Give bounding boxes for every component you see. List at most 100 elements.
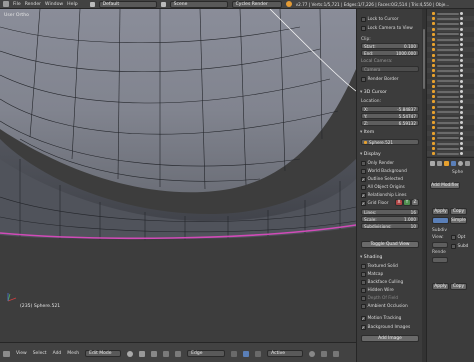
add-modifier-button[interactable]: Add Modifier xyxy=(430,182,460,189)
visibility-eye-icon[interactable] xyxy=(460,131,463,135)
axis-z-toggle[interactable]: Z xyxy=(411,199,419,206)
visibility-eye-icon[interactable] xyxy=(460,116,463,119)
clip-end-field[interactable]: End: 1000.000 xyxy=(361,50,419,56)
visibility-eye-icon[interactable] xyxy=(460,110,463,114)
world-background-checkbox[interactable]: World Background xyxy=(361,169,407,174)
depth-of-field-checkbox[interactable]: Depth Of Field xyxy=(361,296,398,301)
visibility-eye-icon[interactable] xyxy=(460,27,463,31)
matcap-checkbox[interactable]: Matcap xyxy=(361,272,383,277)
shading-icon[interactable] xyxy=(127,350,134,357)
grid-lines-field[interactable]: Lines: 16 xyxy=(361,209,419,215)
ambient-occlusion-checkbox[interactable]: Ambient Occlusion xyxy=(361,304,408,309)
render-tab-icon[interactable] xyxy=(430,161,435,166)
editor-type-icon[interactable] xyxy=(3,350,10,357)
menu-mesh[interactable]: Mesh xyxy=(67,351,79,356)
grid-floor-checkbox[interactable]: ✓ Grid Floor xyxy=(361,201,389,206)
menu-view[interactable]: View xyxy=(16,351,27,356)
backface-culling-checkbox[interactable]: Backface Culling xyxy=(361,280,403,285)
visibility-eye-icon[interactable] xyxy=(460,74,463,78)
background-images-checkbox[interactable]: ✓ Background Images xyxy=(361,325,410,330)
visibility-eye-icon[interactable] xyxy=(460,136,463,140)
motion-tracking-checkbox[interactable]: ✓ Motion Tracking xyxy=(361,316,401,321)
visibility-eye-icon[interactable] xyxy=(460,53,463,57)
visibility-eye-icon[interactable] xyxy=(460,126,463,130)
face-select-icon[interactable] xyxy=(255,350,262,357)
copy-button-2[interactable]: Copy xyxy=(450,283,467,290)
item-name-field[interactable]: Sphere.521 xyxy=(361,139,419,145)
menu-window[interactable]: Window xyxy=(45,2,63,7)
outliner-row[interactable] xyxy=(427,151,474,157)
texture-tab-icon[interactable] xyxy=(465,161,470,166)
visibility-eye-icon[interactable] xyxy=(460,90,463,93)
visibility-eye-icon[interactable] xyxy=(460,142,463,145)
only-render-checkbox[interactable]: Only Render xyxy=(361,161,394,166)
render-engine-select[interactable]: Cycles Render xyxy=(231,0,282,8)
subdivide-uvs-checkbox[interactable]: Subd xyxy=(451,244,468,249)
visibility-eye-icon[interactable] xyxy=(460,84,463,88)
viewport-mesh-drawing[interactable] xyxy=(0,9,356,342)
render-levels-field[interactable] xyxy=(432,257,448,263)
pivot-select[interactable]: Edge xyxy=(187,350,226,357)
snap-icon[interactable] xyxy=(321,350,328,357)
clip-start-field[interactable]: Start: 0.100 xyxy=(361,43,419,49)
axis-y-toggle[interactable]: Y xyxy=(403,199,411,206)
visibility-eye-icon[interactable] xyxy=(460,22,463,26)
visibility-eye-icon[interactable] xyxy=(460,38,463,41)
menu-add[interactable]: Add xyxy=(53,351,62,356)
visibility-eye-icon[interactable] xyxy=(460,152,463,156)
cursor-x-field[interactable]: X: -5.84837 xyxy=(361,106,419,112)
toggle-quad-view-button[interactable]: Toggle Quad View xyxy=(361,241,419,248)
lock-cursor-checkbox[interactable]: Lock to Cursor xyxy=(361,17,398,22)
grid-subdivisions-field[interactable]: Subdivisions: 10 xyxy=(361,223,419,229)
outline-selected-checkbox[interactable]: ✓ Outline Selected xyxy=(361,177,403,182)
cursor-z-field[interactable]: Z: 6.59132 xyxy=(361,120,419,126)
material-tab-icon[interactable] xyxy=(458,161,463,166)
render-preview-icon[interactable] xyxy=(333,350,340,357)
screen-layout-select[interactable]: Default xyxy=(98,0,157,8)
edge-select-icon[interactable] xyxy=(243,350,250,357)
render-border-checkbox[interactable]: Render Border xyxy=(361,77,399,82)
textured-solid-checkbox[interactable]: Textured Solid xyxy=(361,264,398,269)
orientation-select[interactable]: Active xyxy=(267,350,304,357)
visibility-eye-icon[interactable] xyxy=(460,43,463,47)
all-object-origins-checkbox[interactable]: All Object Origins xyxy=(361,185,405,190)
editor-type-icon[interactable] xyxy=(3,1,9,7)
visibility-eye-icon[interactable] xyxy=(460,105,463,109)
visibility-eye-icon[interactable] xyxy=(460,17,463,21)
section-display[interactable]: Display xyxy=(360,152,381,157)
section-item[interactable]: Item xyxy=(360,130,374,135)
3d-viewport[interactable]: User Ortho (235) Sphere.521 xyxy=(0,9,356,342)
section-shading[interactable]: Shading xyxy=(360,255,383,260)
camera-field[interactable]: Camera xyxy=(361,66,419,72)
catmull-clark-tab[interactable] xyxy=(432,217,449,224)
manipulator-icon[interactable] xyxy=(151,350,158,357)
visibility-eye-icon[interactable] xyxy=(460,147,463,151)
hidden-wire-checkbox[interactable]: Hidden Wire xyxy=(361,288,394,293)
object-tab-icon[interactable] xyxy=(444,161,449,166)
scene-select[interactable]: Scene xyxy=(169,0,228,8)
pivot-icon[interactable] xyxy=(139,350,146,357)
vertex-select-icon[interactable] xyxy=(231,350,238,357)
outliner[interactable] xyxy=(426,9,474,157)
visibility-eye-icon[interactable] xyxy=(460,12,463,15)
apply-button[interactable]: Apply xyxy=(432,208,449,215)
view-levels-field[interactable] xyxy=(432,242,448,248)
menu-help[interactable]: Help xyxy=(67,2,77,7)
wrench-icon[interactable] xyxy=(451,161,456,166)
translate-icon[interactable] xyxy=(163,350,170,357)
simple-tab[interactable]: Simple xyxy=(450,217,467,224)
rotate-icon[interactable] xyxy=(175,350,182,357)
cursor-y-field[interactable]: Y: 5.54747 xyxy=(361,113,419,119)
apply-button-2[interactable]: Apply xyxy=(432,283,449,290)
copy-button[interactable]: Copy xyxy=(450,208,467,215)
axis-x-toggle[interactable]: X xyxy=(395,199,403,206)
visibility-eye-icon[interactable] xyxy=(460,95,463,99)
relationship-lines-checkbox[interactable]: ✓ Relationship Lines xyxy=(361,193,406,198)
visibility-eye-icon[interactable] xyxy=(460,69,463,73)
proportional-icon[interactable] xyxy=(309,350,316,357)
visibility-eye-icon[interactable] xyxy=(460,100,463,104)
visibility-eye-icon[interactable] xyxy=(460,121,463,125)
menu-select[interactable]: Select xyxy=(33,351,47,356)
lock-camera-checkbox[interactable]: Lock Camera to View xyxy=(361,26,413,31)
visibility-eye-icon[interactable] xyxy=(460,32,463,36)
